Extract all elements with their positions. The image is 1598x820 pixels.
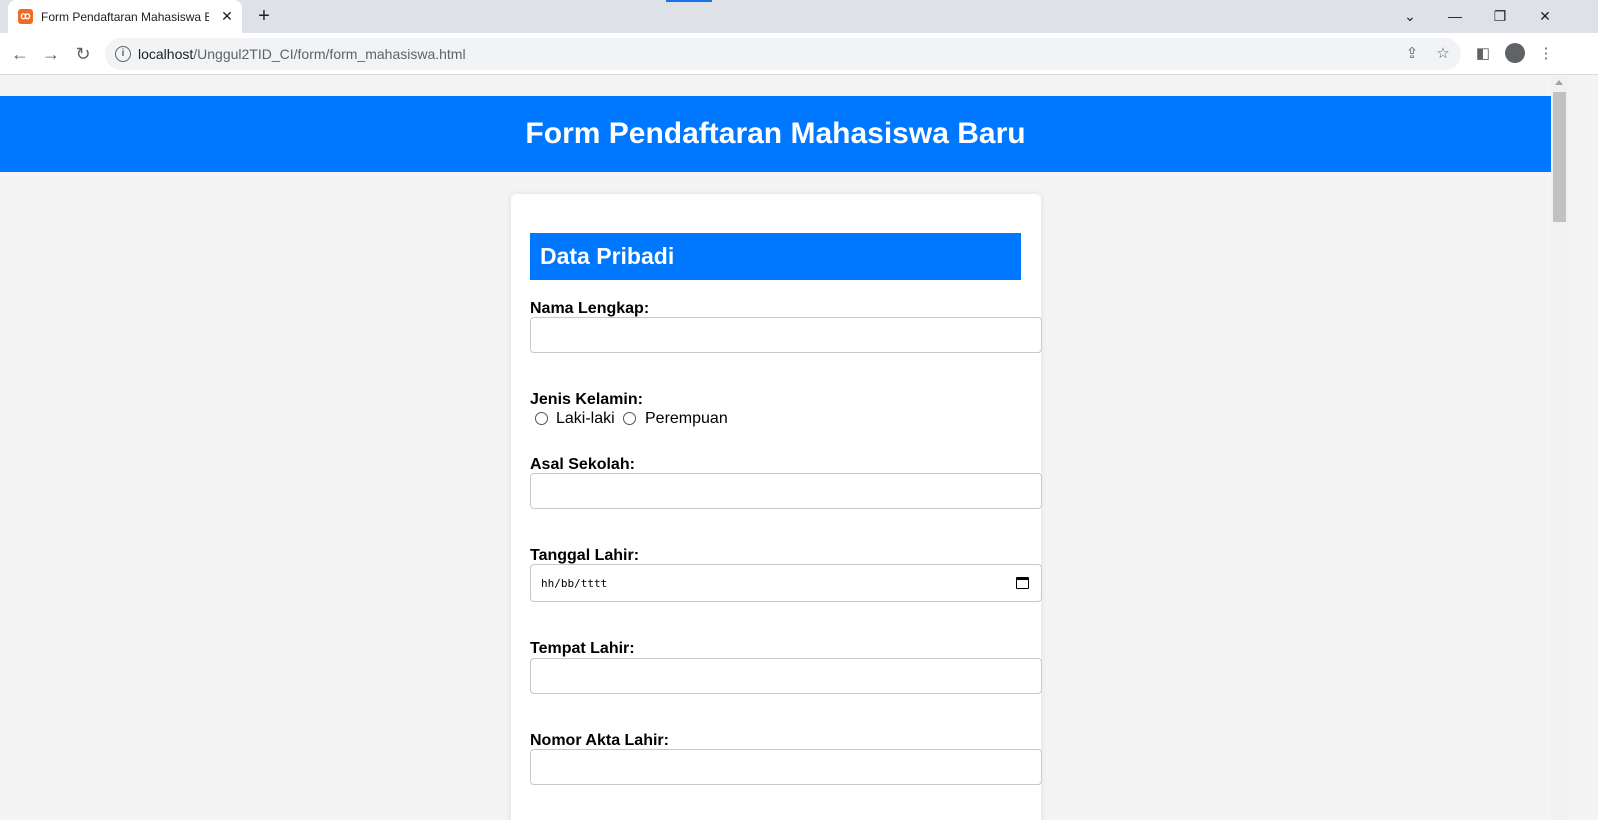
tanggal-label: Tanggal Lahir:	[530, 547, 640, 564]
calendar-icon[interactable]	[1016, 577, 1029, 589]
url-text[interactable]: localhost/Unggul2TID_CI/form/form_mahasi…	[138, 46, 466, 62]
tempat-input[interactable]	[530, 658, 1042, 694]
scrollbar-thumb[interactable]	[1553, 92, 1566, 222]
browser-tab[interactable]: ꝏ Form Pendaftaran Mahasiswa Baru ✕	[8, 0, 242, 33]
akta-label: Nomor Akta Lahir:	[530, 732, 669, 749]
new-tab-icon[interactable]: +	[254, 6, 274, 26]
page-viewport: Form Pendaftaran Mahasiswa Baru Data Pri…	[0, 76, 1551, 820]
form-card: Data Pribadi Nama Lengkap: Jenis Kelamin…	[511, 194, 1042, 820]
section-header: Data Pribadi	[530, 233, 1021, 280]
tab-loading-indicator	[666, 0, 712, 2]
tab-strip: ꝏ Form Pendaftaran Mahasiswa Baru ✕ + ⌄ …	[0, 0, 1598, 33]
bookmark-star-icon[interactable]: ☆	[1433, 44, 1453, 64]
page-title: Form Pendaftaran Mahasiswa Baru	[525, 117, 1026, 150]
url-path: /Unggul2TID_CI/form/form_mahasiswa.html	[193, 46, 466, 62]
address-bar[interactable]: i localhost/Unggul2TID_CI/form/form_maha…	[105, 38, 1461, 70]
nama-label: Nama Lengkap:	[530, 300, 650, 317]
sekolah-input[interactable]	[530, 473, 1042, 509]
profile-avatar-icon[interactable]	[1505, 43, 1525, 63]
site-info-icon[interactable]: i	[115, 46, 131, 62]
minimize-icon[interactable]: —	[1443, 4, 1467, 28]
share-icon[interactable]: ⇪	[1402, 44, 1422, 64]
reload-icon[interactable]: ↻	[71, 42, 95, 66]
scroll-up-arrow-icon[interactable]	[1555, 80, 1563, 85]
tab-close-icon[interactable]: ✕	[219, 8, 235, 24]
sekolah-label: Asal Sekolah:	[530, 456, 635, 473]
tab-title: Form Pendaftaran Mahasiswa Baru	[41, 10, 209, 24]
restore-icon[interactable]: ❐	[1488, 4, 1512, 28]
xampp-favicon-icon: ꝏ	[18, 9, 33, 24]
browser-toolbar: ← → ↻ i localhost/Unggul2TID_CI/form/for…	[0, 33, 1598, 75]
tab-search-icon[interactable]: ⌄	[1398, 4, 1422, 28]
radio-laki-laki[interactable]	[535, 412, 548, 425]
side-panel-icon[interactable]: ◧	[1472, 43, 1494, 65]
tanggal-date-input[interactable]: hh/bb/tttt	[530, 564, 1042, 602]
close-window-icon[interactable]: ✕	[1533, 4, 1557, 28]
menu-kebab-icon[interactable]: ⋮	[1535, 43, 1557, 65]
nama-input[interactable]	[530, 317, 1042, 353]
forward-icon[interactable]: →	[39, 42, 63, 66]
radio-perempuan[interactable]	[623, 412, 636, 425]
akta-input[interactable]	[530, 749, 1042, 785]
url-host: localhost	[138, 46, 194, 62]
section-title: Data Pribadi	[540, 243, 675, 269]
date-placeholder: hh/bb/tttt	[541, 577, 608, 590]
vertical-scrollbar[interactable]	[1551, 76, 1568, 820]
back-icon[interactable]: ←	[8, 42, 32, 66]
tempat-label: Tempat Lahir:	[530, 640, 635, 657]
gender-label: Jenis Kelamin:	[530, 391, 643, 408]
radio-label-laki-laki: Laki-laki	[556, 410, 615, 427]
radio-label-perempuan: Perempuan	[645, 410, 728, 427]
page-header: Form Pendaftaran Mahasiswa Baru	[0, 96, 1551, 172]
